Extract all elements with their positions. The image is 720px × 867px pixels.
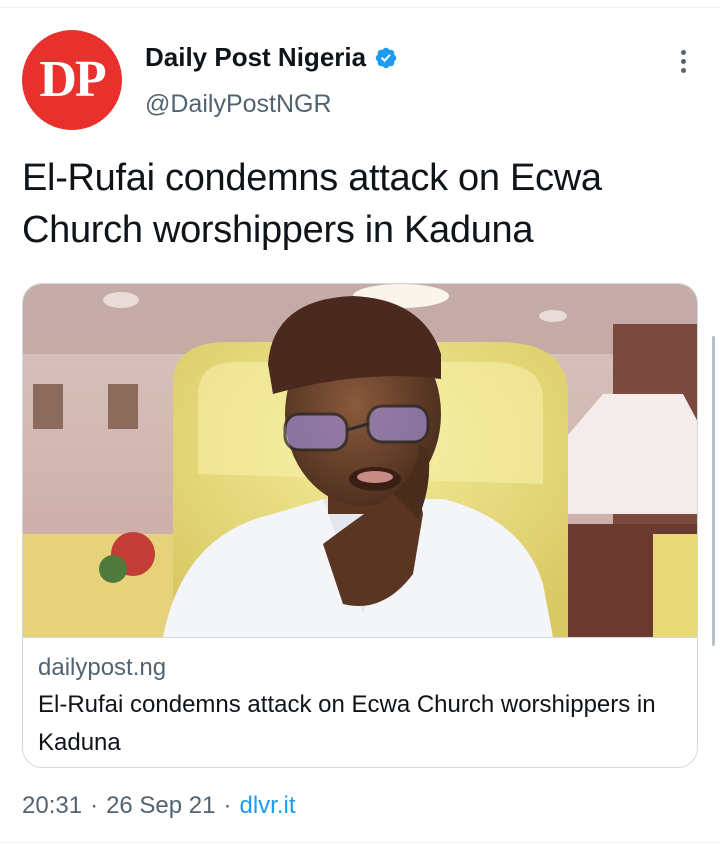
card-divider <box>23 637 697 638</box>
more-dot <box>680 49 686 55</box>
card-image <box>23 284 697 637</box>
meta-separator: · <box>223 792 232 819</box>
tweet-date[interactable]: 26 Sep 21 <box>106 792 215 820</box>
more-dot <box>680 58 686 64</box>
author-display-name[interactable]: Daily Post Nigeria <box>145 42 366 73</box>
bottom-divider <box>0 842 720 843</box>
more-dot <box>680 67 686 73</box>
tweet[interactable]: DP Daily Post Nigeria @DailyPostNGR El-R… <box>0 0 720 867</box>
author-name-row: Daily Post Nigeria <box>145 42 398 73</box>
tweet-text: El-Rufai condemns attack on Ecwa Church … <box>22 157 602 251</box>
link-card[interactable]: dailypost.ng El-Rufai condemns attack on… <box>22 283 698 768</box>
tweet-source-link[interactable]: dlvr.it <box>240 792 296 820</box>
tweet-meta: 20:31 · 26 Sep 21 · dlvr.it <box>22 792 296 820</box>
avatar[interactable]: DP <box>22 30 122 130</box>
author-handle[interactable]: @DailyPostNGR <box>145 90 332 119</box>
verified-badge-icon <box>375 47 397 68</box>
meta-separator: · <box>90 792 99 819</box>
tweet-time[interactable]: 20:31 <box>22 792 82 820</box>
avatar-logo-text: DP <box>39 51 106 108</box>
card-title: El-Rufai condemns attack on Ecwa Church … <box>38 691 656 756</box>
more-options-icon[interactable] <box>668 44 698 78</box>
card-domain: dailypost.ng <box>38 654 167 681</box>
scrollbar[interactable] <box>712 336 715 646</box>
